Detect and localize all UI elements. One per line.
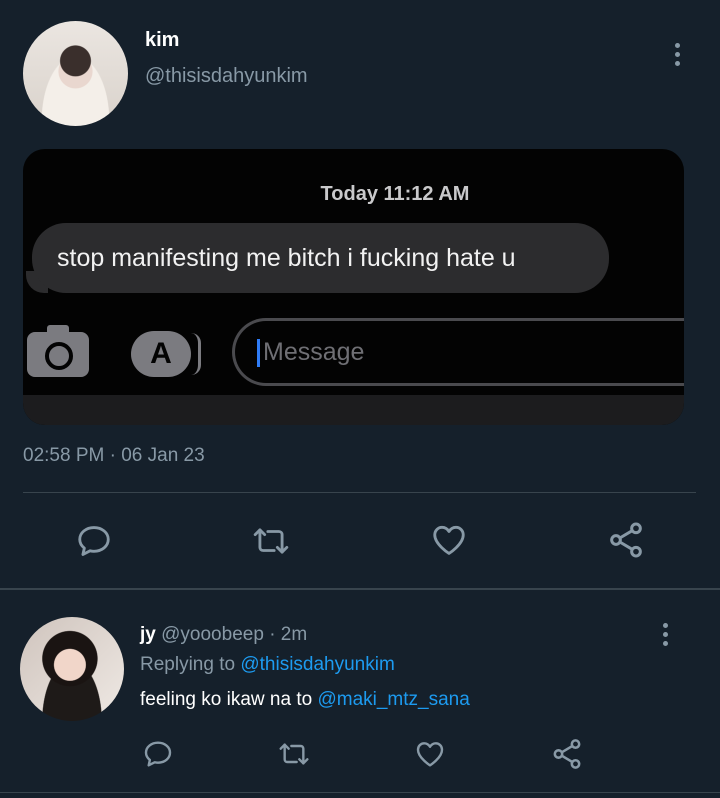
message-time-label: Today 11:12 AM bbox=[320, 183, 470, 205]
author-avatar[interactable] bbox=[23, 21, 128, 126]
section-divider bbox=[0, 588, 720, 590]
reply-author-name[interactable]: jy bbox=[140, 624, 156, 645]
replying-to-link[interactable]: @thisisdahyunkim bbox=[240, 654, 394, 675]
reply-reply-icon[interactable] bbox=[142, 738, 174, 770]
reply-like-icon[interactable] bbox=[413, 738, 447, 770]
reply-author-handle[interactable]: @yooobeep bbox=[161, 624, 264, 645]
replying-to-line: Replying to @thisisdahyunkim bbox=[140, 654, 395, 676]
reply-author-avatar[interactable] bbox=[20, 617, 124, 721]
retweet-icon[interactable] bbox=[250, 522, 292, 560]
message-bubble: stop manifesting me bitch i fucking hate… bbox=[32, 223, 609, 293]
reply-retweet-icon[interactable] bbox=[276, 738, 312, 770]
reply-body: feeling ko ikaw na to bbox=[140, 689, 313, 710]
camera-icon bbox=[27, 325, 89, 377]
more-icon[interactable] bbox=[675, 43, 680, 66]
reply-icon[interactable] bbox=[75, 522, 113, 560]
media-footer-bar bbox=[23, 395, 684, 425]
like-icon[interactable] bbox=[429, 521, 469, 559]
text-cursor bbox=[257, 339, 260, 367]
reply-header: jy @yooobeep · 2m bbox=[140, 624, 307, 646]
tweet-timestamp[interactable]: 02:58 PM · 06 Jan 23 bbox=[23, 445, 205, 467]
message-placeholder: Message bbox=[263, 338, 365, 366]
reply-age[interactable]: · 2m bbox=[269, 624, 307, 645]
reply-text: feeling ko ikaw na to @maki_mtz_sana bbox=[140, 689, 470, 711]
replying-to-label: Replying to bbox=[140, 654, 236, 675]
divider bbox=[23, 492, 696, 493]
reply-mention-link[interactable]: @maki_mtz_sana bbox=[317, 689, 469, 710]
tweet-media-image[interactable]: Today 11:12 AM stop manifesting me bitch… bbox=[23, 149, 684, 425]
appstore-icon-rim bbox=[191, 333, 201, 375]
author-name[interactable]: kim bbox=[145, 29, 179, 52]
share-icon[interactable] bbox=[606, 520, 646, 560]
bottom-divider bbox=[0, 792, 720, 793]
reply-more-icon[interactable] bbox=[663, 623, 668, 646]
author-handle[interactable]: @thisisdahyunkim bbox=[145, 65, 308, 88]
appstore-icon: A bbox=[131, 331, 191, 377]
reply-share-icon[interactable] bbox=[550, 737, 584, 771]
